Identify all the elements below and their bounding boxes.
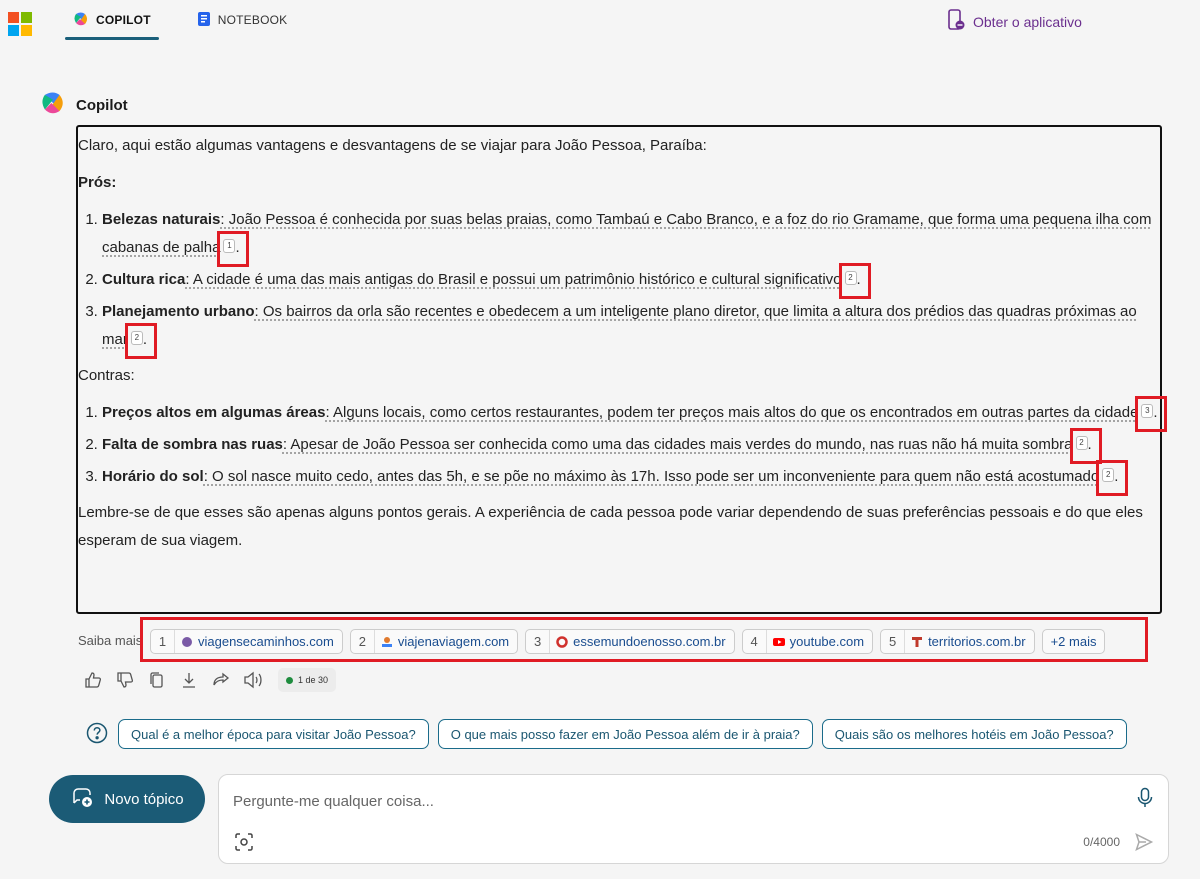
source-link[interactable]: 5 territorios.com.br bbox=[880, 629, 1035, 654]
suggestion-chip[interactable]: O que mais posso fazer em João Pessoa al… bbox=[437, 719, 813, 749]
pros-heading: Prós: bbox=[78, 174, 117, 191]
notebook-icon bbox=[197, 11, 211, 30]
suggestion-chips: Qual é a melhor época para visitar João … bbox=[118, 719, 1127, 749]
item-text: : Alguns locais, como certos restaurante… bbox=[325, 404, 1139, 421]
source-link[interactable]: 4 youtube.com bbox=[741, 629, 874, 654]
list-item: Belezas naturais: João Pessoa é conhecid… bbox=[102, 206, 1160, 267]
sources-list: 1 viagensecaminhos.com 2 viajenaviagem.c… bbox=[150, 629, 1106, 654]
source-number: 5 bbox=[881, 630, 906, 653]
learn-more-label: Saiba mais bbox=[78, 633, 143, 648]
response-intro: Claro, aqui estão algumas vantagens e de… bbox=[78, 137, 707, 154]
chat-input[interactable] bbox=[233, 789, 1113, 813]
item-text: : O sol nasce muito cedo, antes das 5h, … bbox=[203, 468, 1100, 485]
item-title: Cultura rica bbox=[102, 271, 186, 288]
source-domain: viagensecaminhos.com bbox=[198, 634, 334, 649]
site-favicon-icon bbox=[181, 636, 193, 648]
site-favicon-icon bbox=[911, 636, 923, 648]
cons-list: Preços altos em algumas áreas: Alguns lo… bbox=[78, 396, 1168, 496]
site-favicon-icon bbox=[556, 635, 568, 648]
source-link[interactable]: 2 viajenaviagem.com bbox=[349, 629, 519, 654]
item-title: Preços altos em algumas áreas bbox=[102, 404, 326, 421]
phone-icon bbox=[947, 9, 965, 34]
source-link[interactable]: 1 viagensecaminhos.com bbox=[150, 629, 343, 654]
response-counter: 1 de 30 bbox=[278, 668, 337, 692]
citation-marker[interactable]: 2 bbox=[124, 323, 157, 359]
item-title: Belezas naturais bbox=[102, 211, 221, 228]
thumbs-down-icon[interactable] bbox=[115, 670, 135, 690]
list-item: Falta de sombra nas ruas: Apesar de João… bbox=[102, 428, 1160, 464]
chat-composer: 0/4000 bbox=[218, 774, 1169, 864]
new-topic-button[interactable]: Novo tópico bbox=[49, 775, 205, 823]
assistant-name: Copilot bbox=[76, 97, 128, 114]
copy-icon[interactable] bbox=[147, 670, 167, 690]
list-item: Preços altos em algumas áreas: Alguns lo… bbox=[102, 396, 1168, 432]
share-icon[interactable] bbox=[211, 670, 231, 690]
source-number: 1 bbox=[151, 630, 175, 653]
tab-notebook[interactable]: NOTEBOOK bbox=[189, 0, 296, 40]
response-message: Claro, aqui estão algumas vantagens e de… bbox=[76, 125, 1168, 614]
tab-notebook-label: NOTEBOOK bbox=[217, 13, 288, 27]
copilot-logo-icon bbox=[40, 90, 66, 121]
source-number: 4 bbox=[743, 630, 767, 653]
source-number: 2 bbox=[351, 630, 375, 653]
get-app-link[interactable]: Obter o aplicativo bbox=[947, 9, 1082, 34]
citation-marker[interactable]: 1 bbox=[217, 231, 250, 267]
thumbs-up-icon[interactable] bbox=[83, 670, 103, 690]
list-item: Horário do sol: O sol nasce muito cedo, … bbox=[102, 460, 1160, 496]
speaker-icon[interactable] bbox=[243, 670, 263, 690]
copilot-icon bbox=[73, 11, 89, 30]
list-item: Planejamento urbano: Os bairros da orla … bbox=[102, 298, 1160, 359]
new-chat-icon bbox=[70, 785, 94, 813]
item-text: : João Pessoa é conhecida por suas belas… bbox=[102, 211, 1152, 256]
assistant-header: Copilot bbox=[40, 90, 128, 121]
tab-copilot-label: COPILOT bbox=[96, 13, 151, 27]
citation-marker[interactable]: 2 bbox=[838, 263, 871, 299]
site-favicon-icon bbox=[381, 636, 393, 648]
microsoft-logo-icon bbox=[8, 12, 32, 36]
microphone-icon[interactable] bbox=[1136, 787, 1154, 814]
source-domain: viajenaviagem.com bbox=[397, 634, 510, 649]
new-topic-label: Novo tópico bbox=[104, 790, 184, 808]
source-link[interactable]: 3 essemundoenosso.com.br bbox=[525, 629, 735, 654]
item-title: Falta de sombra nas ruas bbox=[102, 436, 283, 453]
counter-text: 1 de 30 bbox=[298, 675, 329, 685]
tab-copilot[interactable]: COPILOT bbox=[65, 0, 159, 40]
suggestion-chip[interactable]: Qual é a melhor época para visitar João … bbox=[118, 719, 429, 749]
top-tabs: COPILOT NOTEBOOK bbox=[65, 0, 295, 40]
download-icon[interactable] bbox=[179, 670, 199, 690]
source-domain: essemundoenosso.com.br bbox=[573, 634, 726, 649]
item-text: : Os bairros da orla são recentes e obed… bbox=[102, 303, 1137, 348]
list-item: Cultura rica: A cidade é uma das mais an… bbox=[102, 263, 1160, 299]
item-title: Horário do sol bbox=[102, 468, 204, 485]
cons-heading: Contras: bbox=[78, 367, 135, 384]
citation-marker[interactable]: 2 bbox=[1096, 460, 1129, 496]
more-sources-button[interactable]: +2 mais bbox=[1041, 629, 1106, 654]
citation-marker[interactable]: 2 bbox=[1069, 428, 1102, 464]
youtube-icon bbox=[772, 636, 785, 648]
item-text: : A cidade é uma das mais antigas do Bra… bbox=[185, 271, 842, 288]
item-text: : Apesar de João Pessoa ser conhecida co… bbox=[282, 436, 1073, 453]
response-closing: Lembre-se de que esses são apenas alguns… bbox=[78, 504, 1143, 549]
source-domain: territorios.com.br bbox=[928, 634, 1026, 649]
status-dot bbox=[286, 676, 293, 684]
source-domain: youtube.com bbox=[789, 634, 865, 649]
visual-search-icon[interactable] bbox=[234, 832, 254, 857]
suggestion-chip[interactable]: Quais são os melhores hotéis em João Pes… bbox=[821, 719, 1127, 749]
question-icon bbox=[86, 722, 108, 749]
message-actions: 1 de 30 bbox=[83, 668, 337, 692]
pros-list: Belezas naturais: João Pessoa é conhecid… bbox=[78, 206, 1160, 359]
citation-marker[interactable]: 3 bbox=[1135, 396, 1168, 432]
send-icon[interactable] bbox=[1134, 832, 1154, 857]
get-app-label: Obter o aplicativo bbox=[973, 13, 1082, 30]
char-count: 0/4000 bbox=[1083, 835, 1120, 849]
source-number: 3 bbox=[526, 630, 551, 653]
item-title: Planejamento urbano bbox=[102, 303, 255, 320]
